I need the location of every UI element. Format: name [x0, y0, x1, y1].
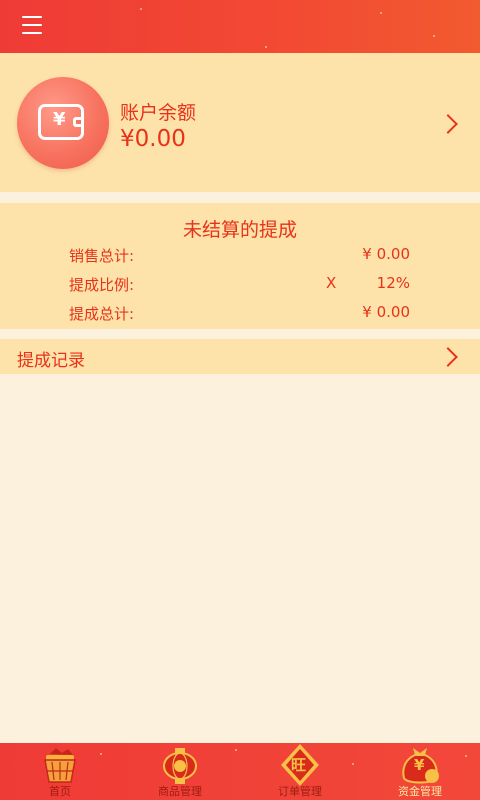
- tab-fund-management[interactable]: ¥ 资金管理: [360, 743, 480, 800]
- commission-rate-value: 12%: [376, 274, 410, 292]
- commission-record-row[interactable]: 提成记录: [0, 339, 480, 374]
- tab-home-label: 首页: [49, 785, 71, 798]
- unsettled-commission-panel: 未结算的提成 销售总计: ¥ 0.00 提成比例: X 12% 提成总计: ¥ …: [0, 203, 480, 329]
- bottom-tab-bar: 首页 商品管理 旺 订单管理 ¥ 资金管理: [0, 743, 480, 800]
- menu-icon[interactable]: [22, 16, 42, 36]
- tab-order-management[interactable]: 旺 订单管理: [240, 743, 360, 800]
- commission-total-label: 提成总计:: [69, 305, 135, 323]
- sparkle-decoration: [380, 12, 382, 14]
- commission-title: 未结算的提成: [182, 219, 297, 241]
- sparkle-decoration: [433, 35, 435, 37]
- commission-total-value: ¥ 0.00: [362, 303, 410, 321]
- account-balance-value: ¥0.00: [120, 126, 186, 152]
- chevron-right-icon[interactable]: [438, 114, 458, 134]
- tab-product-management-label: 商品管理: [158, 785, 202, 798]
- chevron-right-icon[interactable]: [438, 347, 458, 367]
- multiplier-sign: X: [326, 274, 337, 292]
- wallet-yen-symbol: ¥: [53, 109, 66, 130]
- sparkle-decoration: [265, 46, 267, 48]
- commission-rate-label: 提成比例:: [69, 276, 135, 294]
- account-balance-card[interactable]: ¥ 账户余额 ¥0.00: [0, 53, 480, 192]
- top-bar: [0, 0, 480, 53]
- sales-total-value: ¥ 0.00: [362, 245, 410, 263]
- wallet-icon: ¥: [17, 77, 109, 169]
- tab-order-management-label: 订单管理: [278, 785, 322, 798]
- tab-fund-management-label: 资金管理: [398, 785, 442, 798]
- wang-character: 旺: [291, 756, 307, 774]
- tab-product-management[interactable]: 商品管理: [120, 743, 240, 800]
- yen-symbol: ¥: [414, 756, 425, 774]
- sales-total-label: 销售总计:: [69, 247, 135, 265]
- account-balance-label: 账户余额: [120, 102, 197, 124]
- tab-home[interactable]: 首页: [0, 743, 120, 800]
- lantern-icon: [163, 748, 197, 784]
- home-basket-icon: [44, 748, 76, 783]
- sparkle-decoration: [140, 8, 142, 10]
- commission-record-label: 提成记录: [17, 351, 85, 371]
